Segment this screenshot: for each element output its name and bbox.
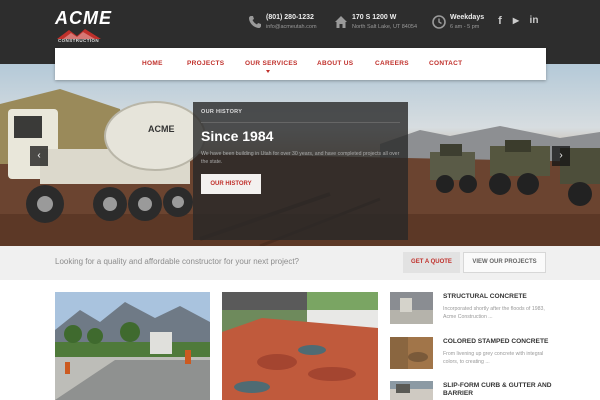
service-thumbnail-2	[390, 337, 433, 369]
project-photo-1	[55, 292, 210, 400]
hours-contact: Weekdays 6 am - 5 pm	[432, 14, 492, 36]
home-icon	[335, 16, 347, 28]
logo-subtitle: CONSTRUCTION	[58, 38, 100, 43]
phone-icon	[249, 16, 261, 28]
cta-text: Looking for a quality and affordable con…	[55, 257, 299, 266]
address-contact: 170 S 1200 W North Salt Lake, UT 84054	[334, 14, 424, 36]
hero-kicker: OUR HISTORY	[201, 109, 243, 115]
hero-title: Since 1984	[201, 128, 274, 144]
service-title: COLORED STAMPED CONCRETE	[443, 338, 549, 345]
hero-slider: ACME ‹ › OUR HISTORY Since 1984 We have …	[0, 64, 600, 246]
linkedin-icon[interactable]: in	[527, 14, 541, 28]
service-title: SLIP-FORM CURB & GUTTER AND BARRIER	[443, 382, 552, 397]
phone-number: (801) 280-1232	[266, 14, 314, 21]
hours-time: 6 am - 5 pm	[450, 24, 480, 30]
address-street: 170 S 1200 W	[352, 14, 397, 21]
nav-item-home[interactable]: HOME	[142, 48, 163, 80]
facebook-icon[interactable]: f	[494, 14, 506, 28]
hero-divider	[201, 122, 400, 123]
slider-prev-button[interactable]: ‹	[30, 146, 48, 166]
view-projects-button[interactable]: VIEW OUR PROJECTS	[463, 252, 546, 273]
service-thumbnail-3	[390, 381, 433, 400]
service-item-3[interactable]: SLIP-FORM CURB & GUTTER AND BARRIER	[390, 381, 552, 400]
project-photo-2	[222, 292, 378, 400]
our-history-button[interactable]: OUR HISTORY	[201, 174, 261, 194]
nav-item-contact[interactable]: CONTACT	[429, 48, 462, 80]
phone-contact[interactable]: (801) 280-1232 info@acmeutah.com	[248, 14, 328, 36]
get-a-quote-button[interactable]: GET A QUOTE	[403, 252, 460, 273]
nav-item-careers[interactable]: CAREERS	[375, 48, 409, 80]
service-thumbnail-1	[390, 292, 433, 324]
hero-text: We have been building in Utah for over 3…	[201, 151, 400, 165]
project-thumbnail-2[interactable]	[222, 292, 378, 400]
chevron-down-icon	[266, 70, 270, 73]
clock-icon	[432, 15, 446, 29]
truck-brand: ACME	[148, 124, 175, 134]
service-title: STRUCTURAL CONCRETE	[443, 293, 527, 300]
hours-days: Weekdays	[450, 14, 485, 21]
cta-band: Looking for a quality and affordable con…	[0, 246, 600, 280]
youtube-icon[interactable]: ▶	[510, 14, 522, 28]
nav-item-about-us[interactable]: ABOUT US	[317, 48, 353, 80]
slider-next-button[interactable]: ›	[552, 146, 570, 166]
address-city: North Salt Lake, UT 84054	[352, 24, 418, 30]
hero-caption: OUR HISTORY Since 1984 We have been buil…	[193, 102, 408, 240]
nav-item-our-services[interactable]: OUR SERVICES	[245, 48, 298, 80]
email-address: info@acmeutah.com	[266, 24, 317, 30]
logo[interactable]: ACME CONSTRUCTION	[55, 8, 111, 44]
logo-wordmark: ACME	[55, 8, 112, 28]
project-thumbnail-1[interactable]	[55, 292, 210, 400]
service-description: From livening up grey concrete with inte…	[443, 351, 544, 365]
service-description: Incorporated shortly after the floods of…	[443, 306, 545, 320]
nav-item-projects[interactable]: PROJECTS	[187, 48, 224, 80]
main-nav: HOME PROJECTS OUR SERVICES ABOUT US CARE…	[55, 48, 546, 80]
service-item-2[interactable]: COLORED STAMPED CONCRETE From livening u…	[390, 337, 550, 371]
service-item-1[interactable]: STRUCTURAL CONCRETE Incorporated shortly…	[390, 292, 550, 326]
